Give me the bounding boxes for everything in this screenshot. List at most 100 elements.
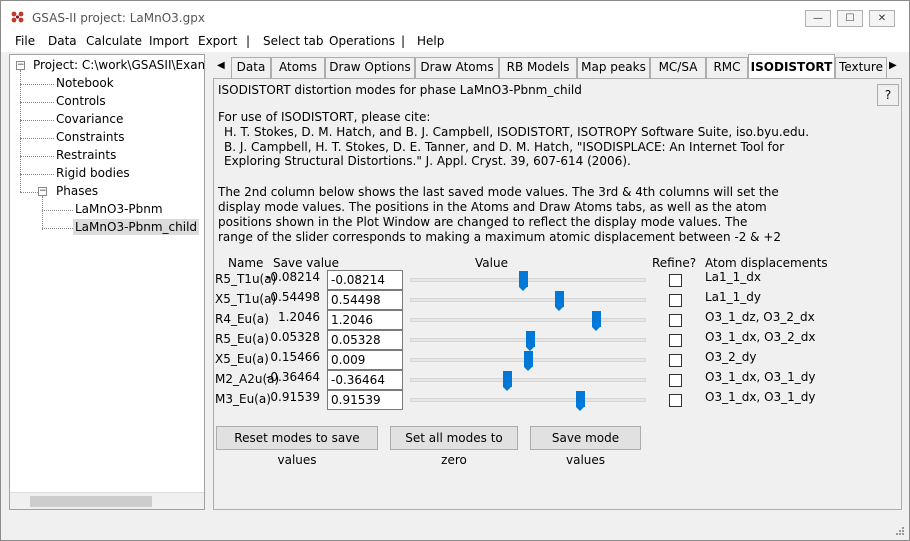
mode-save-value: 0.05328: [270, 330, 320, 344]
column-header-atoms: Atom displacements: [705, 256, 828, 270]
tab-data[interactable]: Data: [231, 57, 271, 78]
tree-item-covariance[interactable]: Covariance: [56, 112, 123, 126]
info-line: The 2nd column below shows the last save…: [218, 185, 779, 199]
tab-draw-atoms[interactable]: Draw Atoms: [415, 57, 499, 78]
refine-checkbox[interactable]: [669, 394, 682, 407]
refine-checkbox[interactable]: [669, 334, 682, 347]
tab-scroll-left-icon[interactable]: ◀: [217, 60, 225, 71]
panel-heading: ISODISTORT distortion modes for phase La…: [218, 83, 582, 97]
menu-export[interactable]: Export: [198, 34, 237, 48]
tree-item-phase-pbnm[interactable]: LaMnO3-Pbnm: [75, 202, 163, 216]
tab-atoms[interactable]: Atoms: [271, 57, 325, 78]
tree-item-phase-pbnm-child[interactable]: LaMnO3-Pbnm_child: [73, 219, 200, 235]
project-tree[interactable]: − Project: C:\work\GSASII\Exampl Noteboo…: [9, 54, 205, 510]
refine-checkbox[interactable]: [669, 294, 682, 307]
refine-checkbox[interactable]: [669, 314, 682, 327]
help-icon: ?: [884, 88, 892, 102]
tree-connector: [20, 174, 54, 175]
minimize-button[interactable]: —: [805, 10, 831, 27]
atom-displacements: O3_1_dx, O3_1_dy: [705, 370, 816, 384]
mode-slider-track[interactable]: [410, 318, 646, 322]
mode-value-input[interactable]: -0.36464: [327, 370, 403, 390]
menu-data[interactable]: Data: [48, 34, 77, 48]
help-button[interactable]: ?: [877, 84, 899, 106]
tab-rmc[interactable]: RMC: [706, 57, 748, 78]
status-bar: [1, 512, 909, 540]
tree-item-rigid-bodies[interactable]: Rigid bodies: [56, 166, 130, 180]
tab-draw-options[interactable]: Draw Options: [325, 57, 415, 78]
tree-connector: [42, 210, 73, 211]
mode-slider-thumb[interactable]: [503, 371, 512, 391]
menu-file[interactable]: File: [15, 34, 35, 48]
mode-slider-thumb[interactable]: [592, 311, 601, 331]
mode-value-input[interactable]: 0.009: [327, 350, 403, 370]
mode-slider-track[interactable]: [410, 398, 646, 402]
tab-isodistort[interactable]: ISODISTORT: [748, 54, 835, 79]
info-line: display mode values. The positions in th…: [218, 200, 767, 214]
tab-mc-sa[interactable]: MC/SA: [650, 57, 706, 78]
close-button[interactable]: ✕: [869, 10, 895, 27]
menu-select-tab[interactable]: Select tab: [263, 34, 324, 48]
tree-item-constraints[interactable]: Constraints: [56, 130, 124, 144]
refine-checkbox[interactable]: [669, 274, 682, 287]
tree-connector: [20, 102, 54, 103]
tree-connector: [42, 228, 73, 229]
maximize-icon: ☐: [845, 13, 855, 24]
mode-value-input[interactable]: -0.08214: [327, 270, 403, 290]
menu-operations[interactable]: Operations: [329, 34, 395, 48]
column-header-name: Name: [228, 256, 264, 270]
mode-slider-thumb[interactable]: [519, 271, 528, 291]
menu-calculate[interactable]: Calculate: [86, 34, 142, 48]
resize-grip-icon[interactable]: [895, 526, 905, 536]
mode-slider-thumb[interactable]: [555, 291, 564, 311]
zero-modes-button[interactable]: Set all modes to zero: [390, 426, 518, 467]
mode-save-value: 0.15466: [270, 350, 320, 364]
mode-save-value: -0.36464: [266, 370, 320, 384]
collapse-phases-icon[interactable]: −: [38, 187, 47, 196]
citation-line: Exploring Structural Distortions." J. Ap…: [224, 154, 631, 168]
atom-displacements: O3_1_dz, O3_2_dx: [705, 310, 815, 324]
save-modes-button[interactable]: Save mode values: [530, 426, 641, 467]
tree-connector: [20, 120, 54, 121]
atom-displacements: O3_1_dx, O3_1_dy: [705, 390, 816, 404]
close-icon: ✕: [877, 13, 887, 24]
atom-displacements: O3_2_dy: [705, 350, 757, 364]
tree-item-phases[interactable]: Phases: [56, 184, 98, 198]
column-header-value: Value: [475, 256, 508, 270]
menu-import[interactable]: Import: [149, 34, 189, 48]
refine-checkbox[interactable]: [669, 354, 682, 367]
tree-item-restraints[interactable]: Restraints: [56, 148, 116, 162]
mode-slider-thumb[interactable]: [524, 351, 533, 371]
tree-horizontal-scrollbar[interactable]: [10, 492, 204, 509]
mode-slider-track[interactable]: [410, 278, 646, 282]
tab-map-peaks[interactable]: Map peaks: [577, 57, 650, 78]
maximize-button[interactable]: ☐: [837, 10, 863, 27]
mode-slider-thumb[interactable]: [526, 331, 535, 351]
citation-line: H. T. Stokes, D. M. Hatch, and B. J. Cam…: [224, 125, 810, 139]
window-title: GSAS-II project: LaMnO3.gpx: [32, 11, 205, 25]
mode-value-input[interactable]: 0.91539: [327, 390, 403, 410]
mode-slider-thumb[interactable]: [576, 391, 585, 411]
reset-modes-button[interactable]: Reset modes to save values: [216, 426, 378, 467]
tab-scroll-right-icon[interactable]: ▶: [889, 60, 897, 71]
tab-rb-models[interactable]: RB Models: [499, 57, 577, 78]
tree-item-notebook[interactable]: Notebook: [56, 76, 114, 90]
cite-intro: For use of ISODISTORT, please cite:: [218, 110, 431, 124]
menu-help[interactable]: Help: [417, 34, 444, 48]
mode-slider-track[interactable]: [410, 378, 646, 382]
tree-item-controls[interactable]: Controls: [56, 94, 106, 108]
mode-value-input[interactable]: 0.05328: [327, 330, 403, 350]
title-bar[interactable]: GSAS-II project: LaMnO3.gpx — ☐ ✕: [1, 1, 909, 32]
mode-save-value: 1.2046: [278, 310, 320, 324]
mode-value-input[interactable]: 1.2046: [327, 310, 403, 330]
refine-checkbox[interactable]: [669, 374, 682, 387]
atom-displacements: O3_1_dx, O3_2_dx: [705, 330, 816, 344]
tree-connector: [20, 138, 54, 139]
tree-root-project[interactable]: Project: C:\work\GSASII\Exampl: [33, 58, 204, 72]
mode-value-input[interactable]: 0.54498: [327, 290, 403, 310]
info-line: range of the slider corresponds to makin…: [218, 230, 782, 244]
tab-texture[interactable]: Texture: [835, 57, 887, 78]
collapse-project-icon[interactable]: −: [16, 61, 25, 70]
scrollbar-thumb[interactable]: [30, 496, 152, 507]
mode-slider-track[interactable]: [410, 298, 646, 302]
